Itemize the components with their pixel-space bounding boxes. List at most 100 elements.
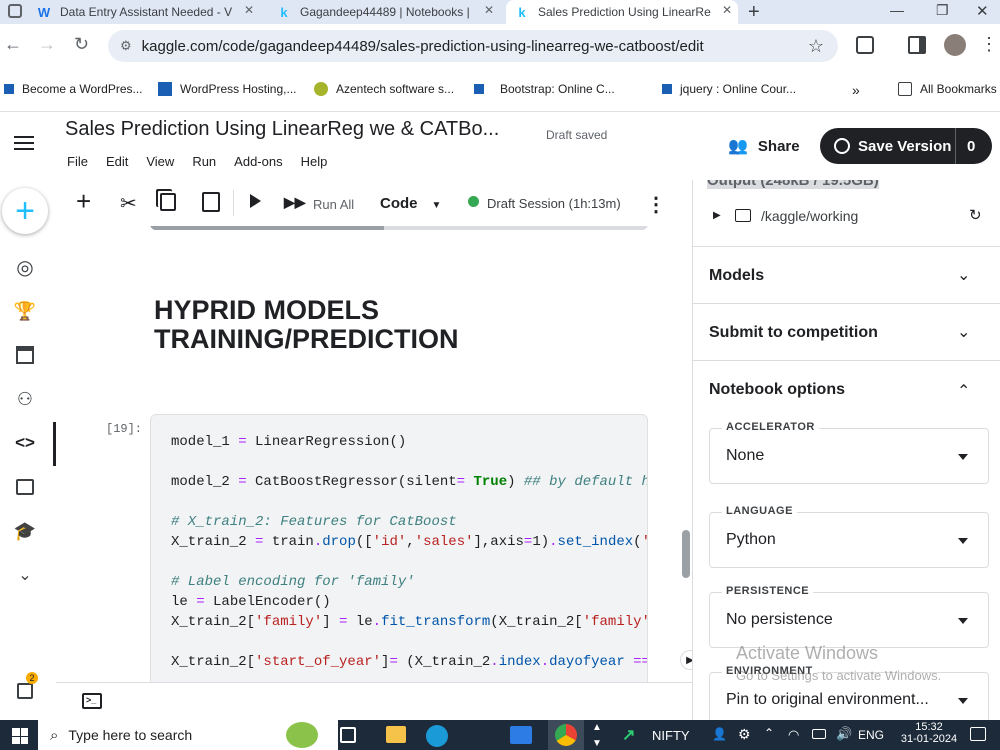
all-bookmarks[interactable]: All Bookmarks <box>898 82 997 96</box>
run-all-icon[interactable]: ▶▶ <box>284 194 306 211</box>
people-icon[interactable]: 👤 <box>712 727 727 741</box>
taskbar-clock[interactable]: 15:32 31-01-2024 <box>896 721 962 745</box>
refresh-icon[interactable]: ↻ <box>969 206 982 224</box>
discussion-icon[interactable] <box>12 474 38 500</box>
code-editor[interactable]: model_1 = LinearRegression() model_2 = C… <box>171 432 647 672</box>
menu-edit[interactable]: Edit <box>106 154 128 169</box>
compass-icon[interactable]: ◎ <box>12 254 38 280</box>
learn-icon[interactable]: 🎓 <box>12 518 38 544</box>
taskbar-scroll-down-icon[interactable]: ▼ <box>592 738 602 749</box>
reload-icon[interactable]: ↻ <box>74 34 89 55</box>
horizontal-scrollbar[interactable] <box>150 226 384 230</box>
settings-icon[interactable]: ⚙ <box>738 726 751 743</box>
notification-badge: 2 <box>26 672 38 684</box>
bookmark-star-icon[interactable]: ☆ <box>808 36 824 57</box>
forward-icon[interactable]: → <box>38 34 56 55</box>
battery-icon[interactable] <box>812 729 826 739</box>
menu-file[interactable]: File <box>67 154 88 169</box>
side-panel-icon[interactable] <box>908 36 926 54</box>
console-bar: >_ <box>56 682 692 720</box>
console-icon[interactable]: >_ <box>82 693 102 709</box>
extensions-icon[interactable] <box>856 36 874 54</box>
close-window-icon[interactable]: ✕ <box>976 2 989 20</box>
task-view-icon[interactable] <box>340 727 356 743</box>
section-title: Submit to competition <box>709 324 878 341</box>
browser-menu-icon[interactable]: ⋮ <box>980 34 998 55</box>
bookmark-item[interactable]: Azentech software s... <box>314 82 454 96</box>
mail-icon[interactable] <box>510 726 532 744</box>
vertical-scrollbar[interactable] <box>682 530 690 578</box>
new-tab-icon[interactable]: + <box>748 1 760 24</box>
tab-sales-prediction[interactable]: k Sales Prediction Using LinearRe ✕ <box>506 0 738 24</box>
paste-icon[interactable] <box>202 192 220 212</box>
close-tab-icon[interactable]: ✕ <box>484 3 494 17</box>
chevron-up-icon[interactable]: ⌃ <box>957 381 970 401</box>
cut-icon[interactable]: ✂ <box>120 191 137 216</box>
session-status[interactable]: Draft Session (1h:13m) <box>487 196 621 211</box>
create-plus-button[interactable]: + <box>2 188 48 234</box>
collapse-panel-icon[interactable]: ▶ <box>680 650 692 670</box>
language-indicator[interactable]: ENG <box>858 728 884 742</box>
wifi-icon[interactable]: ◠ <box>788 727 799 743</box>
taskbar-search-box[interactable]: ⌕ Type here to search <box>38 720 338 750</box>
close-tab-icon[interactable]: ✕ <box>244 3 254 17</box>
menu-add-ons[interactable]: Add-ons <box>234 154 282 169</box>
models-section[interactable]: Models ⌄ <box>693 246 1000 303</box>
notification-center-icon[interactable] <box>970 727 986 741</box>
cell-execution-count: [19]: <box>106 422 143 436</box>
persistence-select[interactable]: PERSISTENCE No persistence <box>709 585 989 648</box>
site-info-icon[interactable]: ⚙ <box>120 38 132 54</box>
hamburger-menu-icon[interactable] <box>14 136 34 150</box>
bookmark-item[interactable]: Bootstrap: Online C... <box>474 82 615 96</box>
chevron-down-icon[interactable]: ⌄ <box>12 562 38 588</box>
tab-data-entry[interactable]: W Data Entry Assistant Needed - V ✕ <box>28 0 260 24</box>
tab-gagandeep-notebooks[interactable]: k Gagandeep44489 | Notebooks | ✕ <box>268 0 500 24</box>
section-title[interactable]: Notebook options <box>709 381 845 399</box>
ticker-label[interactable]: NIFTY <box>652 728 690 743</box>
bookmark-item[interactable]: Become a WordPres... <box>4 82 143 96</box>
menu-view[interactable]: View <box>146 154 174 169</box>
trophy-icon[interactable]: 🏆 <box>12 298 38 324</box>
models-icon[interactable]: ⚇ <box>12 386 38 412</box>
submit-section[interactable]: Submit to competition ⌄ <box>693 303 1000 360</box>
address-bar[interactable]: ⚙ kaggle.com/code/gagandeep44489/sales-p… <box>108 30 838 62</box>
accelerator-select[interactable]: ACCELERATOR None <box>709 421 989 484</box>
output-header: Output (248kB / 19.5GB) <box>707 180 879 189</box>
file-explorer-icon[interactable] <box>386 726 406 743</box>
share-button[interactable]: 👥 Share <box>728 136 800 156</box>
copy-icon[interactable] <box>160 193 176 211</box>
add-cell-icon[interactable]: + <box>76 188 91 214</box>
dropdown-arrow-icon <box>958 538 968 544</box>
back-icon[interactable]: ← <box>4 34 22 55</box>
menu-run[interactable]: Run <box>192 154 216 169</box>
code-cell[interactable]: model_1 = LinearRegression() model_2 = C… <box>150 414 648 682</box>
profile-avatar[interactable] <box>944 34 966 56</box>
expand-caret-icon[interactable]: ▶ <box>713 210 721 221</box>
code-icon[interactable]: <> <box>12 430 38 456</box>
bookmark-item[interactable]: WordPress Hosting,... <box>158 82 296 96</box>
more-bookmarks-icon[interactable]: » <box>852 82 860 98</box>
save-version-button[interactable]: Save Version 0 <box>820 128 992 164</box>
bookmark-item[interactable]: jquery : Online Cour... <box>662 82 796 96</box>
restore-icon[interactable]: ❐ <box>936 2 949 19</box>
taskbar-scroll-up-icon[interactable]: ▲ <box>592 722 602 733</box>
edge-icon[interactable] <box>426 725 448 747</box>
language-select[interactable]: LANGUAGE Python <box>709 505 989 568</box>
youtube-like-icon <box>4 84 14 94</box>
run-cell-icon[interactable] <box>250 194 261 208</box>
working-directory[interactable]: /kaggle/working <box>761 208 858 224</box>
menu-help[interactable]: Help <box>301 154 328 169</box>
volume-icon[interactable]: 🔊 <box>836 726 852 742</box>
windows-start-icon[interactable] <box>12 728 28 744</box>
cell-type-select[interactable]: Code ▼ <box>380 195 441 212</box>
chrome-taskbar-button[interactable] <box>548 720 584 750</box>
run-all-label[interactable]: Run All <box>313 197 354 212</box>
close-tab-icon[interactable]: ✕ <box>722 3 732 17</box>
markdown-heading: HYPRID MODELS TRAINING/PREDICTION <box>154 296 459 354</box>
more-options-icon[interactable]: ⋮ <box>646 192 666 217</box>
tab-search-icon[interactable] <box>8 4 22 18</box>
chevron-up-icon[interactable]: ⌃ <box>764 726 774 740</box>
table-icon[interactable] <box>12 342 38 368</box>
notebook-title[interactable]: Sales Prediction Using LinearReg we & CA… <box>65 118 499 141</box>
minimize-icon[interactable]: — <box>890 2 904 18</box>
